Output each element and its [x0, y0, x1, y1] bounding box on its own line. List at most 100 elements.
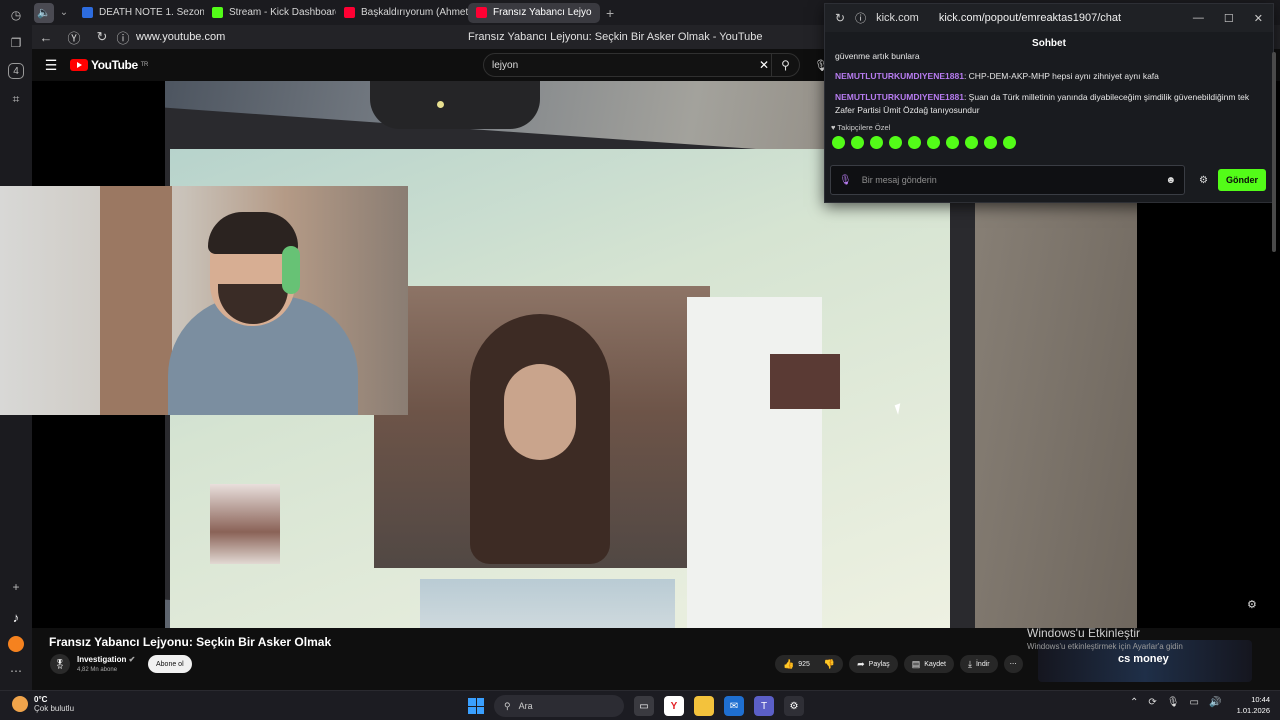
emote-icon[interactable] [908, 136, 921, 149]
reload-icon[interactable]: ↻ [835, 11, 845, 25]
search-icon[interactable]: ⚲ [771, 54, 799, 76]
workspace-4-icon[interactable]: 4 [8, 63, 24, 79]
tab-baskaldiriyorum[interactable]: Başkaldırıyorum (Ahmet K [336, 3, 468, 23]
emote-icon[interactable] [946, 136, 959, 149]
like-button[interactable]: 👍 925 👎 [775, 655, 844, 673]
microphone-icon[interactable]: 🎙 [839, 175, 852, 186]
webcam-device [370, 81, 540, 129]
sync-icon[interactable]: ⟳ [1148, 697, 1156, 708]
windows-start-icon[interactable] [468, 698, 484, 714]
share-button[interactable]: ➦ Paylaş [849, 655, 898, 673]
download-button[interactable]: ⤓ İndir [960, 655, 998, 673]
new-tab-button[interactable]: + [606, 5, 614, 21]
clear-search-icon[interactable]: ✕ [759, 58, 769, 72]
weather-icon [12, 696, 28, 712]
emoji-picker-icon[interactable]: ☻ [1165, 175, 1176, 186]
download-icon: ⤓ [968, 658, 972, 669]
hamburger-menu-icon[interactable]: ☰ [32, 57, 70, 74]
chat-username[interactable]: NEMUTLUTURKUMDIYENE1881 [835, 71, 964, 81]
page-scrollbar[interactable] [1270, 52, 1278, 252]
followers-only-label: ♥ Takipçilere Özel [831, 123, 891, 132]
search-input[interactable]: lejyon ✕ ⚲ [483, 53, 800, 77]
browser-window [687, 297, 822, 628]
chat-messages: güvenme artık bunlara NEMUTLUTURKUMDIYEN… [825, 52, 1273, 117]
tab-kick-dashboard[interactable]: Stream - Kick Dashboard [204, 3, 336, 23]
tab-favicon [212, 7, 223, 18]
emote-icon[interactable] [927, 136, 940, 149]
add-icon[interactable]: + [5, 576, 27, 598]
emote-icon[interactable] [1003, 136, 1016, 149]
yandex-browser-icon[interactable]: Y [664, 696, 684, 716]
yandex-icon[interactable]: Ⓨ [60, 28, 88, 47]
close-icon[interactable]: ✕ [1254, 12, 1263, 25]
photo-thumbnail [770, 354, 840, 409]
channel-name[interactable]: Investigation ✔ [77, 655, 135, 664]
tab-favicon [476, 7, 487, 18]
emote-icon[interactable] [965, 136, 978, 149]
emote-icon[interactable] [870, 136, 883, 149]
tabs-icon[interactable]: ❐ [5, 32, 27, 54]
taskbar-search[interactable]: ⚲ Ara [494, 695, 624, 717]
popup-titlebar: ↻ ⓘ kick.com kick.com/popout/emreaktas19… [825, 4, 1273, 32]
chat-message-input[interactable]: 🎙 Bir mesaj gönderin ☻ [830, 165, 1185, 195]
url-field[interactable]: www.youtube.com [136, 31, 225, 43]
emote-icon[interactable] [984, 136, 997, 149]
youtube-header: ☰ YouTube TR lejyon ✕ ⚲ 🎙 [32, 49, 828, 81]
teams-icon[interactable]: T [754, 696, 774, 716]
channel-avatar[interactable]: 🎖 [50, 654, 70, 674]
save-button[interactable]: ▤ Kaydet [903, 655, 954, 673]
video-actions: 👍 925 👎 ➦ Paylaş ▤ Kaydet ⤓ İndir ⋯ [775, 655, 1023, 673]
windows-activation-title: Windows'u Etkinleştir [1027, 626, 1140, 640]
minimize-icon[interactable]: — [1193, 12, 1204, 25]
screenshot-icon[interactable]: ⌗ [5, 88, 27, 110]
tab-active-video[interactable]: Fransız Yabancı Lejyo 🔊 ✕ [468, 2, 600, 23]
back-icon[interactable]: ← [32, 30, 60, 45]
site-info-icon[interactable]: ⓘ [116, 28, 130, 47]
share-icon: ➦ [857, 658, 865, 669]
chevron-up-icon[interactable]: ⌃ [1130, 697, 1138, 708]
thumbs-down-icon[interactable]: 👎 [824, 659, 835, 670]
app-shortcut-icon[interactable] [8, 636, 24, 652]
send-button[interactable]: Gönder [1217, 169, 1266, 191]
youtube-logo[interactable]: YouTube TR [70, 58, 148, 72]
save-icon: ▤ [911, 658, 921, 669]
tab-death-note[interactable]: DEATH NOTE 1. Sezon 34 [74, 3, 204, 23]
heart-icon: ♥ [831, 123, 836, 132]
task-view-icon[interactable]: ▭ [634, 696, 654, 716]
headset [282, 246, 300, 294]
reload-icon[interactable]: ↻ [88, 29, 116, 45]
speaker-icon[interactable]: 🔈 [34, 2, 54, 23]
streamer-facecam [0, 186, 408, 415]
mail-icon[interactable]: ✉ [724, 696, 744, 716]
tab-favicon [344, 7, 355, 18]
more-actions-button[interactable]: ⋯ [1003, 655, 1023, 673]
microphone-icon[interactable]: 🎙 [1167, 697, 1180, 708]
popup-url[interactable]: kick.com/popout/emreaktas1907/chat [939, 12, 1121, 24]
tiktok-icon[interactable]: ♪ [5, 606, 27, 628]
emote-icon[interactable] [889, 136, 902, 149]
subscribe-button[interactable]: Abone ol [148, 655, 192, 673]
chevron-down-icon[interactable]: ⌄ [54, 7, 74, 18]
youtube-play-icon [70, 59, 88, 71]
clock[interactable]: 10:44 1.01.2026 [1230, 694, 1270, 716]
window-controls: — ☐ ✕ [1193, 12, 1263, 25]
chat-username[interactable]: NEMUTLUTURKUMDIYENE1881 [835, 92, 964, 102]
emote-icon[interactable] [832, 136, 845, 149]
more-icon[interactable]: ⋯ [5, 660, 27, 682]
maximize-icon[interactable]: ☐ [1224, 12, 1234, 25]
chat-message: NEMUTLUTURKUMDIYENE1881: Şuan da Türk mi… [835, 92, 1250, 115]
emote-icon[interactable] [851, 136, 864, 149]
subscriber-count: 4,82 Mn abone [77, 667, 118, 673]
site-info-icon[interactable]: ⓘ [855, 10, 866, 26]
search-icon: ⚲ [504, 700, 511, 711]
chat-input-row: 🎙 Bir mesaj gönderin ☻ ⚙ Gönder [830, 165, 1270, 195]
weather-widget[interactable]: 0°C Çok bulutlu [12, 695, 74, 713]
app-icon[interactable]: ⚙ [784, 696, 804, 716]
network-icon[interactable]: ▭ [1189, 697, 1198, 708]
history-icon[interactable]: ◷ [5, 4, 27, 26]
chat-settings-icon[interactable]: ⚙ [1199, 175, 1208, 186]
file-explorer-icon[interactable] [694, 696, 714, 716]
player-settings-icon[interactable]: ⚙ [1247, 598, 1257, 611]
windows-taskbar: 0°C Çok bulutlu ⚲ Ara ▭ Y ✉ T ⚙ ⌃ ⟳ 🎙 ▭ 🔊… [0, 690, 1280, 720]
volume-icon[interactable]: 🔊 [1209, 697, 1221, 708]
